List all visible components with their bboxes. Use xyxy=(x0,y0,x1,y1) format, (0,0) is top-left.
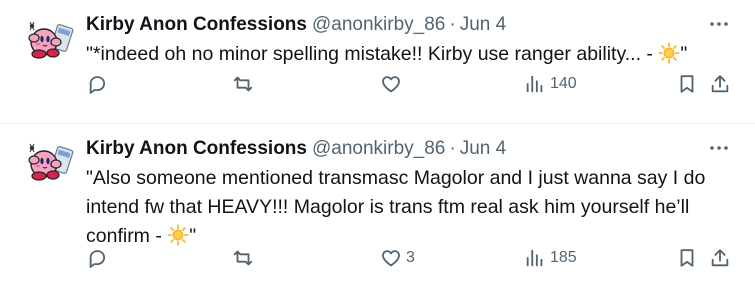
reply-button[interactable] xyxy=(86,70,112,98)
share-button[interactable] xyxy=(709,244,731,272)
tweet-body: Kirby Anon Confessions @anonkirby_86 · J… xyxy=(86,136,731,251)
tweet[interactable]: Kirby Anon Confessions @anonkirby_86 · J… xyxy=(0,124,755,300)
reply-button[interactable] xyxy=(86,244,112,272)
star-emoji-icon xyxy=(658,42,680,64)
share-icon xyxy=(711,249,729,267)
retweet-button[interactable] xyxy=(232,70,258,98)
heart-icon xyxy=(382,76,400,93)
retweet-icon xyxy=(233,76,253,92)
reply-icon xyxy=(89,250,106,268)
tweet-text-main: "*indeed oh no minor spelling mistake!! … xyxy=(86,43,659,65)
more-options-icon[interactable] xyxy=(707,14,731,34)
tweet-date[interactable]: Jun 4 xyxy=(460,12,506,38)
views-chart-icon xyxy=(526,75,543,93)
share-button[interactable] xyxy=(709,70,731,98)
tweet-text: "*indeed oh no minor spelling mistake!! … xyxy=(86,40,731,69)
tweet-body: Kirby Anon Confessions @anonkirby_86 · J… xyxy=(86,12,731,69)
bookmark-button[interactable] xyxy=(676,70,698,98)
heart-icon xyxy=(382,250,400,267)
user-handle[interactable]: @anonkirby_86 xyxy=(312,136,445,162)
views-chart-icon xyxy=(526,249,543,267)
tweet-text: "Also someone mentioned transmasc Magolo… xyxy=(86,164,731,251)
tweet-date[interactable]: Jun 4 xyxy=(460,136,506,162)
views-button[interactable]: 185 xyxy=(524,244,577,272)
action-bar: 3 185 xyxy=(86,244,731,272)
tweet-text-end: " xyxy=(680,43,688,65)
bookmark-icon xyxy=(680,249,694,267)
tweet-header: Kirby Anon Confessions @anonkirby_86 · J… xyxy=(86,12,731,38)
star-emoji-icon xyxy=(167,224,189,246)
retweet-icon xyxy=(233,250,253,266)
more-options-icon[interactable] xyxy=(707,138,731,158)
view-count: 185 xyxy=(550,249,577,266)
avatar[interactable] xyxy=(26,138,74,186)
user-handle[interactable]: @anonkirby_86 xyxy=(312,12,445,38)
tweet[interactable]: Kirby Anon Confessions @anonkirby_86 · J… xyxy=(0,0,755,124)
display-name[interactable]: Kirby Anon Confessions xyxy=(86,12,307,38)
like-button[interactable]: 3 xyxy=(380,244,415,272)
bookmark-button[interactable] xyxy=(676,244,698,272)
tweet-header: Kirby Anon Confessions @anonkirby_86 · J… xyxy=(86,136,731,162)
like-count: 3 xyxy=(406,249,415,266)
like-button[interactable] xyxy=(380,70,406,98)
separator-dot: · xyxy=(449,14,456,35)
view-count: 140 xyxy=(550,75,577,92)
display-name[interactable]: Kirby Anon Confessions xyxy=(86,136,307,162)
tweet-feed: Kirby Anon Confessions @anonkirby_86 · J… xyxy=(0,0,755,300)
bookmark-icon xyxy=(680,75,694,93)
share-icon xyxy=(711,75,729,93)
avatar[interactable] xyxy=(26,16,74,64)
retweet-button[interactable] xyxy=(232,244,258,272)
separator-dot: · xyxy=(449,138,456,159)
action-bar: 140 xyxy=(86,70,731,98)
reply-icon xyxy=(89,76,106,94)
views-button[interactable]: 140 xyxy=(524,70,577,98)
